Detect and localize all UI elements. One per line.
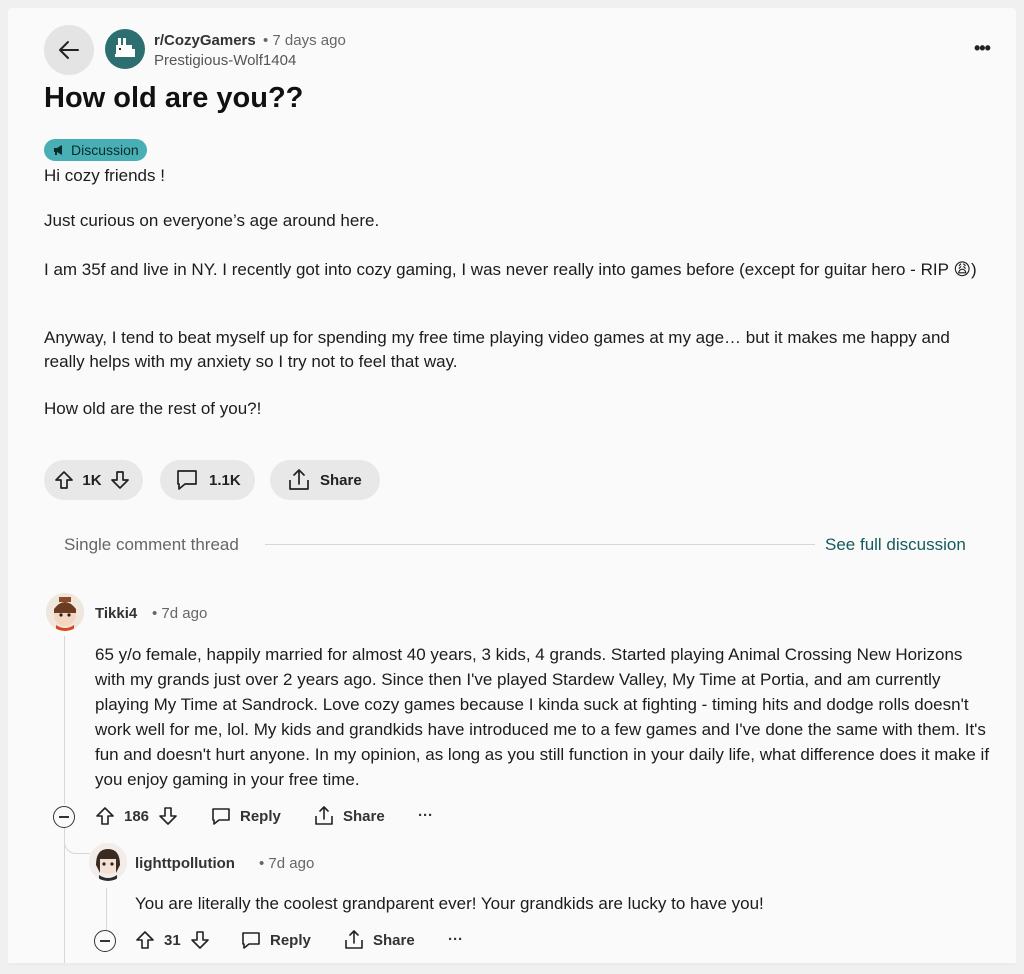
- post-vote-count: 1K: [82, 471, 102, 489]
- divider: [265, 544, 815, 545]
- comment-vote-count: 186: [124, 807, 150, 825]
- comment-author[interactable]: Tikki4: [95, 605, 137, 622]
- comments-button[interactable]: 1.1K: [160, 460, 255, 500]
- reply-button[interactable]: Reply: [210, 805, 281, 827]
- comment-icon: [212, 808, 230, 825]
- comment-icon: [242, 932, 260, 949]
- thread-line: [64, 828, 65, 966]
- post-body-p4: Anyway, I tend to beat myself up for spe…: [44, 328, 950, 371]
- bunny-icon: [115, 38, 135, 57]
- megaphone-icon: [54, 145, 62, 155]
- more-options-icon[interactable]: •••: [974, 38, 991, 59]
- downvote-icon[interactable]: [157, 805, 179, 827]
- post-flair[interactable]: Discussion: [44, 139, 147, 161]
- share-label: Share: [343, 807, 385, 825]
- snoo-avatar-icon: [89, 843, 127, 881]
- back-button[interactable]: [44, 25, 94, 75]
- comment-vote-count: 31: [164, 931, 181, 949]
- comment-text: You are literally the coolest grandparen…: [135, 894, 764, 913]
- comment-vote-bar: 186: [94, 805, 179, 827]
- reply-button[interactable]: Reply: [240, 929, 311, 951]
- vote-bar: 1K: [44, 460, 143, 500]
- comment-vote-bar: 31: [134, 929, 211, 951]
- collapse-button[interactable]: [53, 806, 75, 828]
- comment-share-button[interactable]: Share: [343, 929, 415, 951]
- more-options-icon[interactable]: ···: [418, 807, 433, 824]
- share-icon: [315, 806, 333, 825]
- thread-label: Single comment thread: [64, 535, 239, 554]
- upvote-icon[interactable]: [134, 929, 156, 951]
- collapse-button[interactable]: [94, 930, 116, 952]
- downvote-icon[interactable]: [109, 469, 131, 491]
- avatar[interactable]: [46, 593, 84, 631]
- avatar[interactable]: [89, 843, 127, 881]
- subreddit-name[interactable]: r/CozyGamers: [154, 32, 256, 49]
- upvote-icon[interactable]: [94, 805, 116, 827]
- post-title: How old are you??: [44, 82, 304, 114]
- page-bottom-edge: [8, 963, 1016, 966]
- reply-label: Reply: [270, 931, 311, 949]
- post-body-p2: Just curious on everyone’s age around he…: [44, 211, 380, 230]
- comment-author[interactable]: lighttpollution: [135, 855, 235, 872]
- comment-share-button[interactable]: Share: [313, 805, 385, 827]
- comment-icon: [177, 470, 197, 490]
- downvote-icon[interactable]: [189, 929, 211, 951]
- reply-label: Reply: [240, 807, 281, 825]
- post-page: r/CozyGamers • 7 days ago Prestigious-Wo…: [8, 8, 1016, 966]
- comment-text: 65 y/o female, happily married for almos…: [95, 645, 990, 789]
- upvote-icon[interactable]: [53, 469, 75, 491]
- subreddit-avatar[interactable]: [105, 29, 145, 69]
- share-button[interactable]: Share: [270, 460, 380, 500]
- share-label: Share: [320, 471, 362, 489]
- thread-line: [106, 888, 107, 930]
- flair-label: Discussion: [71, 142, 139, 158]
- post-body-p1: Hi cozy friends !: [44, 166, 165, 185]
- comment-time: • 7d ago: [152, 605, 208, 622]
- share-icon: [345, 930, 363, 949]
- arrow-left-icon: [59, 41, 79, 59]
- share-label: Share: [373, 931, 415, 949]
- thread-line: [64, 636, 65, 804]
- reply-connector: [64, 840, 90, 854]
- post-time: • 7 days ago: [263, 32, 346, 49]
- post-author[interactable]: Prestigious-Wolf1404: [154, 52, 296, 69]
- share-icon: [289, 469, 309, 490]
- see-full-discussion-link[interactable]: See full discussion: [825, 535, 966, 555]
- post-body-p5: How old are the rest of you?!: [44, 399, 262, 418]
- more-options-icon[interactable]: ···: [448, 931, 463, 948]
- post-body-p3: I am 35f and live in NY. I recently got …: [44, 260, 977, 279]
- comment-count: 1.1K: [209, 471, 241, 489]
- comment-time: • 7d ago: [259, 855, 315, 872]
- snoo-avatar-icon: [46, 593, 84, 631]
